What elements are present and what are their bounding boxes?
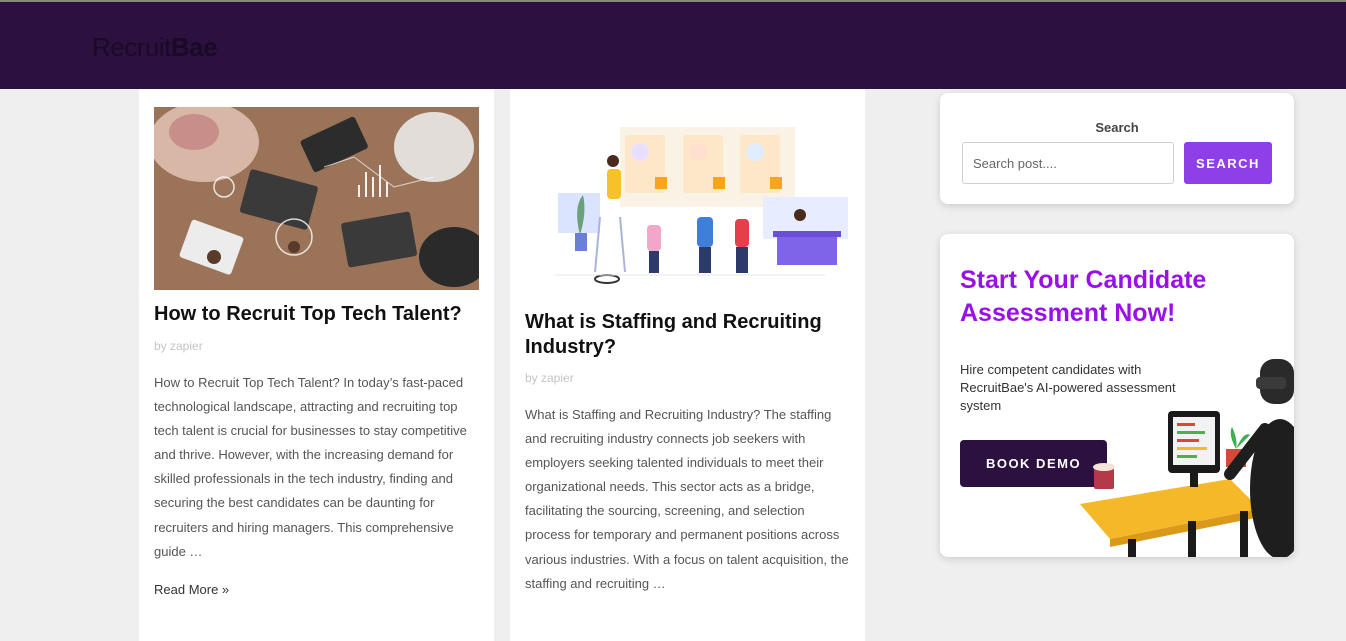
robot-desk-illustration xyxy=(1080,359,1294,557)
post-byline: by zapier xyxy=(154,339,203,353)
promo-title: Start Your Candidate Assessment Now! xyxy=(960,266,1207,327)
promo-banner: Start Your Candidate Assessment Now! Hir… xyxy=(940,234,1294,557)
team-meeting-photo xyxy=(154,107,479,290)
post-byline: by zapier xyxy=(525,371,574,385)
site-header: RecruitBae xyxy=(0,2,1346,89)
logo-text-regular: Recruit xyxy=(92,32,171,62)
search-button[interactable]: SEARCH xyxy=(1184,142,1272,184)
search-input[interactable] xyxy=(962,142,1174,184)
logo-text-bold: Bae xyxy=(170,32,218,62)
recruiting-illustration xyxy=(525,107,850,307)
post-card: How to Recruit Top Tech Talent? by zapie… xyxy=(139,89,494,641)
profile-cards xyxy=(625,135,782,193)
post-thumbnail[interactable] xyxy=(525,107,850,307)
search-widget: Search SEARCH xyxy=(940,93,1294,204)
post-title[interactable]: What is Staffing and Recruiting Industry… xyxy=(525,310,845,360)
post-excerpt: What is Staffing and Recruiting Industry… xyxy=(525,407,849,591)
search-widget-title: Search xyxy=(1095,120,1139,135)
read-more-link[interactable]: Read More » xyxy=(154,582,229,597)
site-logo[interactable]: RecruitBae xyxy=(92,32,218,63)
post-thumbnail[interactable] xyxy=(154,107,479,290)
post-card: What is Staffing and Recruiting Industry… xyxy=(510,89,865,641)
post-title[interactable]: How to Recruit Top Tech Talent? xyxy=(154,302,474,327)
post-excerpt: How to Recruit Top Tech Talent? In today… xyxy=(154,375,467,559)
